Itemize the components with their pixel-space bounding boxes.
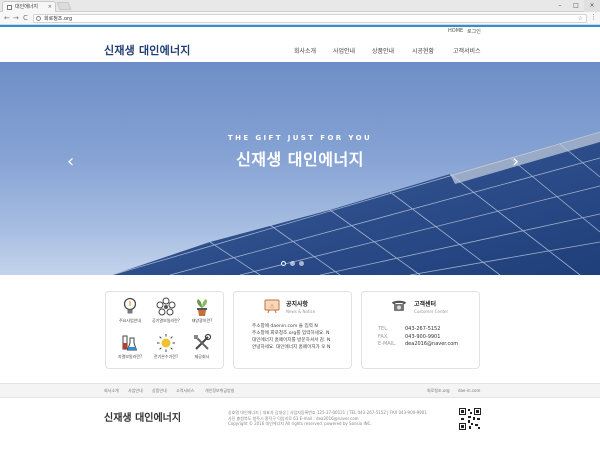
notice-item[interactable]: 주소창에 회로청조.org를 입력하세요. N <box>252 330 330 337</box>
footer-link[interactable]: 상품안내 <box>152 388 167 394</box>
browser-menu-icon[interactable]: ⋮ <box>590 13 597 21</box>
tab-title: 대인에너지 <box>15 4 39 10</box>
hero-title: 신재생 대인에너지 <box>236 150 364 169</box>
bulb-icon <box>123 297 137 314</box>
hero-slider: THE GIFT JUST FOR YOU 신재생 대인에너지 ‹ › <box>0 62 600 275</box>
browser-tab-strip: 대인에너지 × – □ × <box>0 0 600 12</box>
slider-prev-icon[interactable]: ‹ <box>67 152 74 172</box>
slider-dot[interactable] <box>290 261 295 266</box>
contact-info: TEL. 043-267-5152 FAX. 043-900-9901 E-MAIL… <box>378 326 458 349</box>
address-bar-row: ← → C 회로청조.org ☆ ⋮ <box>0 12 600 25</box>
contact-label: E-MAIL. <box>378 341 397 347</box>
new-tab-button[interactable] <box>56 2 72 10</box>
slider-dot[interactable] <box>281 261 286 266</box>
footer-link-bar: 회사소개 사업안내 상품안내 고객서비스 개인정보취급방침 회로청조.org d… <box>0 383 600 398</box>
quick-link-air-boiler[interactable]: 공기열보일러란? <box>148 296 184 330</box>
slider-dot[interactable] <box>299 261 304 266</box>
slider-pagination <box>281 261 304 266</box>
footer-link[interactable]: 개인정보취급방침 <box>205 388 234 394</box>
close-window-button[interactable]: × <box>584 0 600 12</box>
site-logo[interactable]: 신재생 대인에너지 <box>104 42 191 58</box>
nav-item-customer-service[interactable]: 고객서비스 <box>453 46 481 55</box>
contact-value[interactable]: dea2016@naver.com <box>405 341 458 347</box>
qr-code <box>458 407 482 431</box>
contact-value[interactable]: 043-267-5152 <box>405 326 440 332</box>
footer-logo: 신재생 대인에너지 <box>104 413 182 424</box>
notice-title: 공지사항 <box>286 301 309 308</box>
notice-item[interactable]: 주소창에 daenin.com 을 입력 N <box>252 323 330 330</box>
company-info-line: Copyright © 2016 대인에너지 All rights reserv… <box>228 421 372 426</box>
quick-link-label: 공기열보일러란? <box>152 318 180 323</box>
sun-icon <box>157 334 175 352</box>
phone-icon <box>392 300 406 311</box>
quick-link-business[interactable]: 주요사업안내 <box>112 296 148 330</box>
tools-icon <box>194 333 212 350</box>
customer-center-subtitle: Customer Center <box>414 309 449 314</box>
company-info-line: 상호명 대인에너지 | 대표자 김대상 | 사업자등록번호 125-27-001… <box>228 410 427 415</box>
quick-link-partners[interactable]: 제공회사 <box>184 332 220 366</box>
quick-link-geothermal[interactable]: 지열보일러란? <box>112 332 148 366</box>
customer-center-title: 고객센터 <box>414 301 437 308</box>
plant-icon <box>197 299 207 316</box>
maximize-button[interactable]: □ <box>568 0 584 12</box>
notice-item[interactable]: 안녕하세요. 대인에너지 홈페이지가 오 N <box>252 344 330 351</box>
company-info: 상호명 대인에너지 | 대표자 김대상 | 사업자등록번호 125-27-001… <box>228 410 427 427</box>
quick-links-box: 주요사업안내 공기열보일러란? 태양광이란? 지열보일러란? 전기온수기란? 제… <box>105 291 224 369</box>
quick-link-label: 주요사업안내 <box>118 318 142 323</box>
contact-row-email: E-MAIL. dea2016@naver.com <box>378 341 458 349</box>
contact-value: 043-900-9901 <box>405 333 441 340</box>
nav-item-products[interactable]: 상품안내 <box>372 46 394 55</box>
bookmark-star-icon[interactable]: ☆ <box>578 15 583 23</box>
contact-label: TEL. <box>378 326 389 332</box>
home-link[interactable]: HOME <box>448 28 463 34</box>
fan-icon <box>156 297 176 316</box>
footer-link[interactable]: 고객서비스 <box>176 388 194 394</box>
hero-eyebrow: THE GIFT JUST FOR YOU <box>227 134 373 142</box>
notice-box: ⚠ 공지사항 News & Notice 주소창에 daenin.com 을 입… <box>233 291 352 369</box>
slider-next-icon[interactable]: › <box>512 152 519 172</box>
notice-subtitle: News & Notice <box>286 309 316 314</box>
contact-row-tel: TEL. 043-267-5152 <box>378 326 458 334</box>
notice-board-icon: ⚠ <box>264 299 280 313</box>
footer-link[interactable]: dae-in.com <box>458 388 480 393</box>
contact-label: FAX. <box>378 333 389 340</box>
footer-link[interactable]: 회사소개 <box>104 388 119 394</box>
top-accent-bar <box>0 25 600 27</box>
nav-item-installations[interactable]: 시공현황 <box>412 46 434 55</box>
quick-link-label: 전기온수기란? <box>153 354 179 359</box>
browser-tab[interactable]: 대인에너지 × <box>2 1 56 12</box>
notice-list: 주소창에 daenin.com 을 입력 N 주소창에 회로청조.org를 입력… <box>252 323 330 351</box>
quick-link-solar[interactable]: 태양광이란? <box>184 296 220 330</box>
quick-link-label: 태양광이란? <box>191 318 213 323</box>
quick-link-label: 지열보일러란? <box>117 354 143 359</box>
minimize-button[interactable]: – <box>552 0 568 12</box>
contact-row-fax: FAX. 043-900-9901 <box>378 334 458 342</box>
url-input[interactable]: 회로청조.org ☆ <box>33 14 587 23</box>
reload-button[interactable]: C <box>23 14 28 23</box>
info-icon[interactable] <box>36 16 41 21</box>
tab-close-icon[interactable]: × <box>48 2 52 12</box>
forward-button[interactable]: → <box>13 14 19 23</box>
svg-text:⚠: ⚠ <box>270 304 275 310</box>
quick-link-label: 제공회사 <box>194 354 210 359</box>
page-favicon-icon <box>7 5 12 10</box>
login-link[interactable]: 로그인 <box>467 28 481 35</box>
footer-link[interactable]: 회로청조.org <box>427 388 450 394</box>
url-text: 회로청조.org <box>44 16 73 22</box>
quick-link-water-heater[interactable]: 전기온수기란? <box>148 332 184 366</box>
customer-center-box: 고객센터 Customer Center TEL. 043-267-5152 FA… <box>361 291 480 369</box>
lab-icon <box>122 335 138 351</box>
footer-link[interactable]: 사업안내 <box>128 388 143 394</box>
nav-item-company[interactable]: 회사소개 <box>294 46 316 55</box>
nav-item-business[interactable]: 사업안내 <box>333 46 355 55</box>
back-button[interactable]: ← <box>4 14 10 23</box>
window-controls: – □ × <box>552 0 600 12</box>
notice-item[interactable]: 대인에너지 홈페이지를 방문하셔서 감. N <box>252 337 330 344</box>
